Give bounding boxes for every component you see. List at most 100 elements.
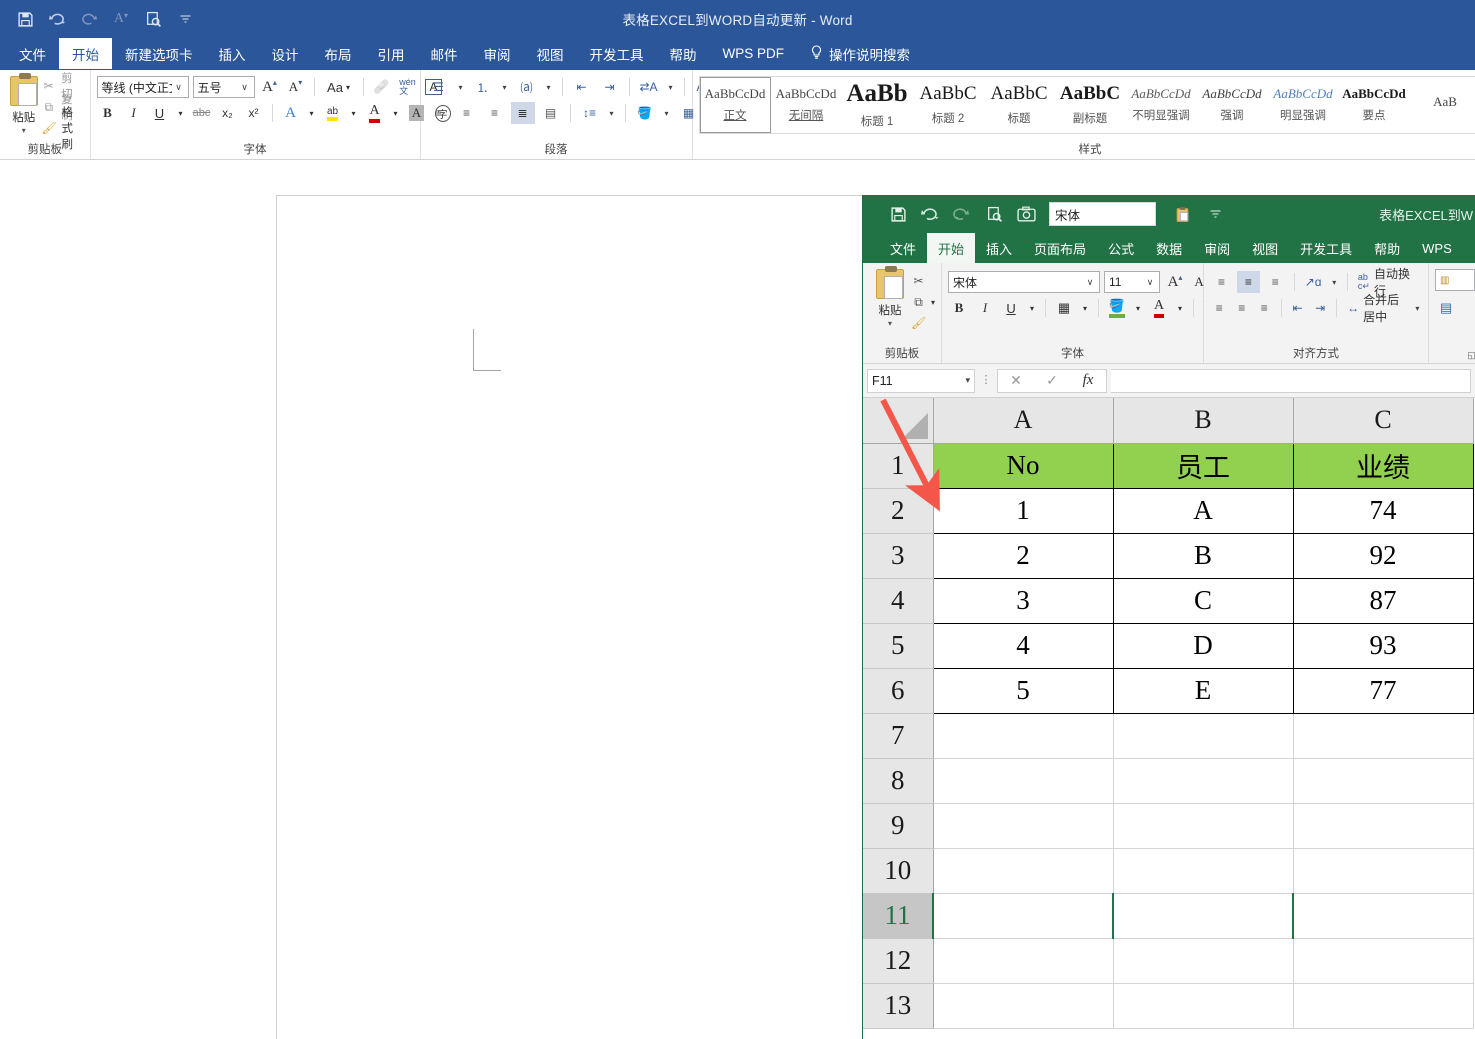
style-item[interactable]: AaBbCcDd 正文 [699, 77, 771, 133]
italic-button[interactable]: I [123, 102, 145, 124]
fill-color-icon[interactable]: 🪣 [1106, 297, 1128, 319]
excel-grow-font-button[interactable]: A ▴ [1164, 271, 1186, 293]
screenshot-icon[interactable] [1011, 200, 1041, 228]
underline-chevron-icon[interactable]: ▾ [175, 102, 187, 124]
row-header[interactable]: 7 [863, 713, 934, 759]
font-shrink-icon[interactable]: A ▾ [106, 5, 136, 33]
chevron-down-icon[interactable]: ▾ [543, 76, 555, 98]
redo-icon[interactable] [74, 5, 104, 33]
tab-sheji[interactable]: 设计 [259, 38, 312, 69]
save-icon[interactable] [10, 5, 40, 33]
chevron-down-icon[interactable]: ▾ [1174, 297, 1186, 319]
table-cell[interactable]: 1 [932, 488, 1114, 534]
customize-qat-icon[interactable] [1200, 200, 1230, 228]
select-all-corner[interactable] [863, 398, 934, 444]
row-header[interactable]: 8 [863, 758, 934, 804]
tab-xinjianxuanxiangka[interactable]: 新建选项卡 [112, 38, 206, 69]
style-item[interactable]: AaBbCcDd 明显强调 [1267, 77, 1339, 133]
tab-wps-pdf[interactable]: WPS PDF [710, 38, 798, 69]
tab-kaifagongju[interactable]: 开发工具 [577, 38, 657, 69]
customize-qat-icon[interactable] [170, 5, 200, 33]
xtab-wenjian[interactable]: 文件 [879, 233, 927, 263]
xtab-bangzhu[interactable]: 帮助 [1363, 233, 1411, 263]
print-preview-icon[interactable] [138, 5, 168, 33]
excel-font-color-icon[interactable]: A [1148, 297, 1170, 319]
number-format-combo[interactable]: ▥ [1435, 269, 1475, 291]
line-spacing-icon[interactable]: ↕≡ [578, 102, 602, 124]
row-header[interactable]: 1 [863, 443, 934, 489]
table-cell[interactable] [1113, 848, 1294, 894]
formula-input[interactable] [1111, 368, 1471, 393]
row-header[interactable]: 4 [863, 578, 934, 624]
style-item[interactable]: AaBbC 标题 2 [912, 77, 984, 133]
table-cell[interactable] [1293, 803, 1474, 849]
sort-asian-icon[interactable]: ⇄A [637, 76, 661, 98]
xtab-shenyue[interactable]: 审阅 [1193, 233, 1241, 263]
row-header[interactable]: 6 [863, 668, 934, 714]
tab-youjian[interactable]: 邮件 [418, 38, 471, 69]
chevron-down-icon[interactable]: ▾ [455, 76, 467, 98]
style-item[interactable]: AaBbCcDd 不明显强调 [1125, 77, 1197, 133]
font-size-combo[interactable]: 五号 ∨ [192, 76, 255, 98]
table-cell[interactable]: E [1112, 668, 1294, 714]
column-header[interactable]: A [933, 398, 1114, 444]
row-header[interactable]: 2 [863, 488, 934, 534]
undo-icon[interactable] [915, 200, 945, 228]
excel-underline-button[interactable]: U [1000, 297, 1022, 319]
table-cell[interactable] [1293, 713, 1474, 759]
table-cell[interactable] [933, 803, 1114, 849]
table-cell[interactable] [1113, 983, 1294, 1029]
table-cell[interactable]: 4 [932, 623, 1114, 669]
tab-yinyong[interactable]: 引用 [365, 38, 418, 69]
table-cell[interactable] [1113, 758, 1294, 804]
print-preview-icon[interactable] [979, 200, 1009, 228]
wrap-text-button[interactable]: ab c↵ 自动换行 [1355, 267, 1422, 298]
xtab-gongshi[interactable]: 公式 [1097, 233, 1145, 263]
table-cell[interactable]: No [932, 443, 1114, 489]
paste-button[interactable]: 粘贴 ▾ [6, 73, 41, 135]
formula-bar-drag-handle[interactable]: ⋮ [979, 375, 993, 386]
paste-options-icon[interactable] [1168, 200, 1198, 228]
multilevel-list-icon[interactable]: ⒜ [515, 76, 539, 98]
excel-italic-button[interactable]: I [974, 297, 996, 319]
font-color-icon[interactable]: A [364, 102, 386, 124]
numbering-icon[interactable]: ⒈ [471, 76, 495, 98]
chevron-down-icon[interactable]: ▾ [306, 102, 318, 124]
chevron-down-icon[interactable]: ▾ [888, 319, 892, 328]
table-cell[interactable]: C [1112, 578, 1294, 624]
tab-bangzhu[interactable]: 帮助 [657, 38, 710, 69]
chevron-down-icon[interactable]: ▾ [1132, 297, 1144, 319]
orientation-icon[interactable]: ↗ɑ [1302, 271, 1325, 293]
spreadsheet-table[interactable]: A B C 1 No 员工 业绩 2 1 A 74 3 2 B 92 4 3 C 87 5 4 D 93 6 5 E 77 7 8 9 10… [863, 398, 1474, 1029]
align-right-icon[interactable]: ≡ [483, 102, 507, 124]
excel-bold-button[interactable]: B [948, 297, 970, 319]
align-left-icon[interactable]: ≡ [1210, 297, 1229, 319]
table-cell[interactable] [1293, 848, 1474, 894]
subscript-button[interactable]: x₂ [217, 102, 239, 124]
chevron-down-icon[interactable]: ▾ [1413, 297, 1422, 319]
xtab-shitu[interactable]: 视图 [1241, 233, 1289, 263]
grow-font-button[interactable]: A ▴ [259, 76, 281, 98]
excel-copy-button[interactable]: ⧉ ▾ [911, 292, 935, 312]
change-case-button[interactable]: Aa ▾ [322, 76, 356, 98]
bullets-icon[interactable]: ☰ [427, 76, 451, 98]
shrink-font-button[interactable]: A ▾ [285, 76, 307, 98]
chevron-down-icon[interactable]: ▾ [499, 76, 511, 98]
excel-number-dialog-launcher-icon[interactable]: ◱ [1466, 350, 1475, 361]
borders-icon[interactable]: ▦ [1053, 297, 1075, 319]
align-center-icon[interactable]: ≡ [1233, 297, 1252, 319]
cancel-formula-icon[interactable]: ✕ [998, 370, 1034, 392]
table-cell[interactable]: 5 [932, 668, 1114, 714]
chevron-down-icon[interactable]: ▾ [390, 102, 402, 124]
table-cell[interactable] [933, 983, 1114, 1029]
style-item[interactable]: AaB [1409, 77, 1475, 133]
clear-formatting-icon[interactable]: 🩹 [371, 76, 393, 98]
table-cell[interactable]: 92 [1292, 533, 1474, 579]
table-cell[interactable] [1112, 893, 1294, 939]
save-icon[interactable] [883, 200, 913, 228]
row-header[interactable]: 10 [863, 848, 934, 894]
confirm-formula-icon[interactable]: ✓ [1034, 370, 1070, 392]
table-cell[interactable]: B [1112, 533, 1294, 579]
tab-shenyue[interactable]: 审阅 [471, 38, 524, 69]
chevron-down-icon[interactable]: ▾ [661, 102, 673, 124]
